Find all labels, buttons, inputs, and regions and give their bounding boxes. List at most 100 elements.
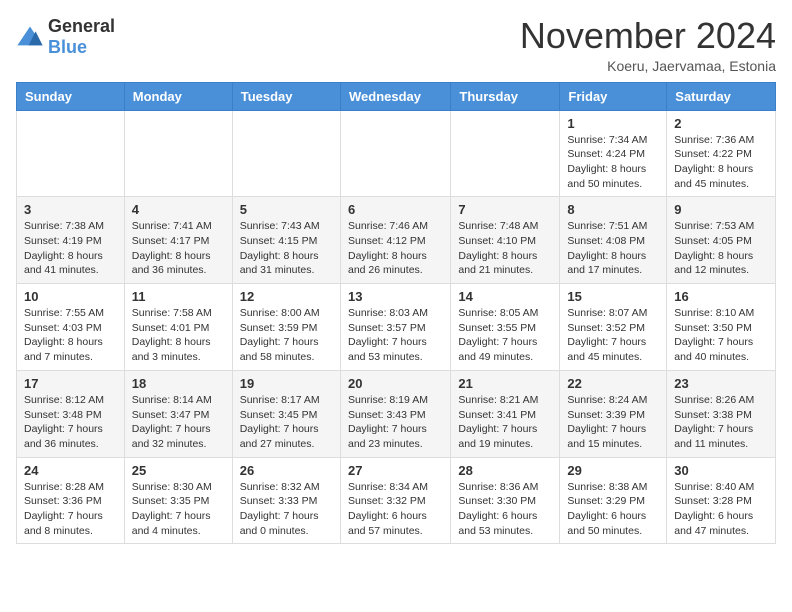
calendar-cell: 17 Sunrise: 8:12 AMSunset: 3:48 PMDayligh…	[17, 370, 125, 457]
weekday-header-monday: Monday	[124, 82, 232, 110]
logo: General Blue	[16, 16, 115, 58]
day-info: Sunrise: 8:24 AMSunset: 3:39 PMDaylight:…	[567, 393, 659, 452]
day-number: 21	[458, 376, 552, 391]
calendar-cell: 16 Sunrise: 8:10 AMSunset: 3:50 PMDayligh…	[667, 284, 776, 371]
calendar-cell: 27Sunrise: 8:34 AMSunset: 3:32 PMDayligh…	[340, 457, 450, 544]
day-info: Sunrise: 7:48 AMSunset: 4:10 PMDaylight:…	[458, 219, 552, 278]
weekday-header-saturday: Saturday	[667, 82, 776, 110]
day-info: Sunrise: 7:46 AMSunset: 4:12 PMDaylight:…	[348, 219, 443, 278]
calendar-cell: 28Sunrise: 8:36 AMSunset: 3:30 PMDayligh…	[451, 457, 560, 544]
day-info: Sunrise: 8:14 AMSunset: 3:47 PMDaylight:…	[132, 393, 225, 452]
weekday-header-thursday: Thursday	[451, 82, 560, 110]
week-row-4: 17 Sunrise: 8:12 AMSunset: 3:48 PMDayligh…	[17, 370, 776, 457]
calendar-cell: 12 Sunrise: 8:00 AMSunset: 3:59 PMDayligh…	[232, 284, 340, 371]
day-info: Sunrise: 8:38 AMSunset: 3:29 PMDaylight:…	[567, 480, 659, 539]
calendar-cell: 15 Sunrise: 8:07 AMSunset: 3:52 PMDayligh…	[560, 284, 667, 371]
calendar-cell: 5 Sunrise: 7:43 AMSunset: 4:15 PMDaylight…	[232, 197, 340, 284]
calendar-cell: 25Sunrise: 8:30 AMSunset: 3:35 PMDayligh…	[124, 457, 232, 544]
calendar-cell: 23 Sunrise: 8:26 AMSunset: 3:38 PMDayligh…	[667, 370, 776, 457]
calendar-cell	[124, 110, 232, 197]
day-info: Sunrise: 7:55 AMSunset: 4:03 PMDaylight:…	[24, 306, 117, 365]
calendar-cell	[451, 110, 560, 197]
day-number: 17	[24, 376, 117, 391]
day-number: 4	[132, 202, 225, 217]
day-number: 22	[567, 376, 659, 391]
day-info: Sunrise: 8:17 AMSunset: 3:45 PMDaylight:…	[240, 393, 333, 452]
calendar-cell: 24Sunrise: 8:28 AMSunset: 3:36 PMDayligh…	[17, 457, 125, 544]
logo-icon	[16, 23, 44, 51]
calendar-cell: 30 Sunrise: 8:40 AMSunset: 3:28 PMDayligh…	[667, 457, 776, 544]
day-number: 1	[567, 116, 659, 131]
calendar-cell: 29 Sunrise: 8:38 AMSunset: 3:29 PMDayligh…	[560, 457, 667, 544]
day-number: 26	[240, 463, 333, 478]
calendar-cell: 18 Sunrise: 8:14 AMSunset: 3:47 PMDayligh…	[124, 370, 232, 457]
day-info: Sunrise: 8:40 AMSunset: 3:28 PMDaylight:…	[674, 480, 768, 539]
day-number: 13	[348, 289, 443, 304]
day-info: Sunrise: 8:32 AMSunset: 3:33 PMDaylight:…	[240, 480, 333, 539]
day-number: 15	[567, 289, 659, 304]
day-info: Sunrise: 8:30 AMSunset: 3:35 PMDaylight:…	[132, 480, 225, 539]
calendar-cell: 3 Sunrise: 7:38 AMSunset: 4:19 PMDaylight…	[17, 197, 125, 284]
day-info: Sunrise: 8:12 AMSunset: 3:48 PMDaylight:…	[24, 393, 117, 452]
day-number: 19	[240, 376, 333, 391]
day-number: 29	[567, 463, 659, 478]
weekday-header-sunday: Sunday	[17, 82, 125, 110]
day-number: 2	[674, 116, 768, 131]
day-info: Sunrise: 7:51 AMSunset: 4:08 PMDaylight:…	[567, 219, 659, 278]
week-row-1: 1 Sunrise: 7:34 AMSunset: 4:24 PMDaylight…	[17, 110, 776, 197]
day-info: Sunrise: 8:19 AMSunset: 3:43 PMDaylight:…	[348, 393, 443, 452]
calendar-body: 1 Sunrise: 7:34 AMSunset: 4:24 PMDaylight…	[17, 110, 776, 544]
day-number: 18	[132, 376, 225, 391]
day-number: 24	[24, 463, 117, 478]
day-info: Sunrise: 8:26 AMSunset: 3:38 PMDaylight:…	[674, 393, 768, 452]
day-info: Sunrise: 8:10 AMSunset: 3:50 PMDaylight:…	[674, 306, 768, 365]
day-number: 14	[458, 289, 552, 304]
day-info: Sunrise: 8:07 AMSunset: 3:52 PMDaylight:…	[567, 306, 659, 365]
day-info: Sunrise: 8:05 AMSunset: 3:55 PMDaylight:…	[458, 306, 552, 365]
day-number: 5	[240, 202, 333, 217]
month-title: November 2024	[520, 16, 776, 56]
day-number: 30	[674, 463, 768, 478]
calendar-cell: 9 Sunrise: 7:53 AMSunset: 4:05 PMDaylight…	[667, 197, 776, 284]
logo-text: General Blue	[48, 16, 115, 58]
day-number: 7	[458, 202, 552, 217]
calendar-cell: 7 Sunrise: 7:48 AMSunset: 4:10 PMDaylight…	[451, 197, 560, 284]
calendar-cell: 21Sunrise: 8:21 AMSunset: 3:41 PMDayligh…	[451, 370, 560, 457]
calendar-cell: 11Sunrise: 7:58 AMSunset: 4:01 PMDayligh…	[124, 284, 232, 371]
day-info: Sunrise: 7:58 AMSunset: 4:01 PMDaylight:…	[132, 306, 225, 365]
day-info: Sunrise: 7:43 AMSunset: 4:15 PMDaylight:…	[240, 219, 333, 278]
logo-blue: Blue	[48, 37, 87, 57]
calendar-cell	[17, 110, 125, 197]
day-number: 6	[348, 202, 443, 217]
logo-general: General	[48, 16, 115, 36]
day-info: Sunrise: 7:53 AMSunset: 4:05 PMDaylight:…	[674, 219, 768, 278]
day-number: 16	[674, 289, 768, 304]
page-header: General Blue November 2024 Koeru, Jaerva…	[16, 16, 776, 74]
calendar-cell: 1 Sunrise: 7:34 AMSunset: 4:24 PMDaylight…	[560, 110, 667, 197]
day-info: Sunrise: 7:41 AMSunset: 4:17 PMDaylight:…	[132, 219, 225, 278]
day-info: Sunrise: 8:34 AMSunset: 3:32 PMDaylight:…	[348, 480, 443, 539]
day-number: 28	[458, 463, 552, 478]
day-number: 12	[240, 289, 333, 304]
week-row-3: 10 Sunrise: 7:55 AMSunset: 4:03 PMDayligh…	[17, 284, 776, 371]
day-number: 3	[24, 202, 117, 217]
day-number: 20	[348, 376, 443, 391]
weekday-header-wednesday: Wednesday	[340, 82, 450, 110]
day-info: Sunrise: 7:34 AMSunset: 4:24 PMDaylight:…	[567, 133, 659, 192]
day-info: Sunrise: 8:03 AMSunset: 3:57 PMDaylight:…	[348, 306, 443, 365]
day-number: 23	[674, 376, 768, 391]
day-number: 10	[24, 289, 117, 304]
week-row-2: 3 Sunrise: 7:38 AMSunset: 4:19 PMDaylight…	[17, 197, 776, 284]
day-info: Sunrise: 7:38 AMSunset: 4:19 PMDaylight:…	[24, 219, 117, 278]
calendar-cell: 19 Sunrise: 8:17 AMSunset: 3:45 PMDayligh…	[232, 370, 340, 457]
title-section: November 2024 Koeru, Jaervamaa, Estonia	[520, 16, 776, 74]
calendar-cell: 26 Sunrise: 8:32 AMSunset: 3:33 PMDayligh…	[232, 457, 340, 544]
day-number: 9	[674, 202, 768, 217]
day-info: Sunrise: 8:00 AMSunset: 3:59 PMDaylight:…	[240, 306, 333, 365]
calendar-cell: 14 Sunrise: 8:05 AMSunset: 3:55 PMDayligh…	[451, 284, 560, 371]
day-number: 8	[567, 202, 659, 217]
calendar-cell: 13 Sunrise: 8:03 AMSunset: 3:57 PMDayligh…	[340, 284, 450, 371]
calendar-table: SundayMondayTuesdayWednesdayThursdayFrid…	[16, 82, 776, 545]
calendar-cell: 20 Sunrise: 8:19 AMSunset: 3:43 PMDayligh…	[340, 370, 450, 457]
calendar-cell: 8 Sunrise: 7:51 AMSunset: 4:08 PMDaylight…	[560, 197, 667, 284]
